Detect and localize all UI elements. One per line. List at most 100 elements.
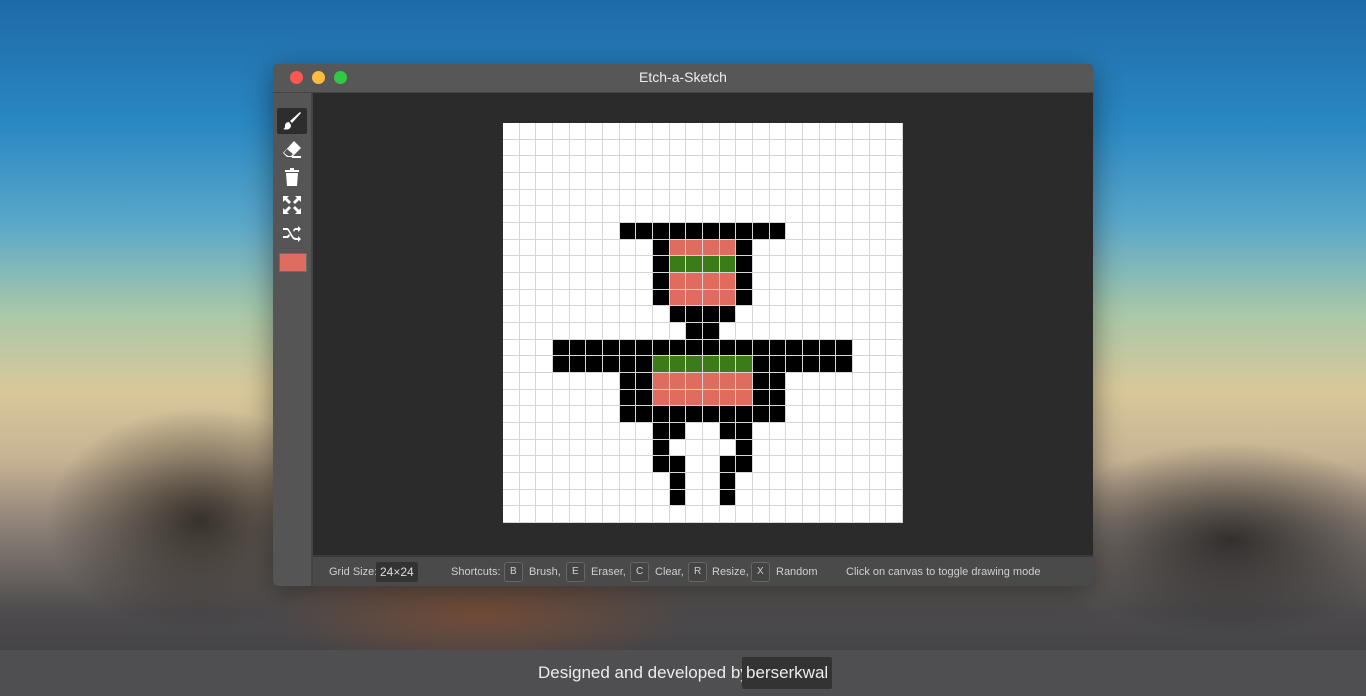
grid-cell[interactable] [602,439,620,457]
grid-cell[interactable] [669,256,687,273]
grid-cell[interactable] [552,123,570,140]
grid-cell[interactable] [736,389,753,407]
grid-cell[interactable] [869,372,887,390]
grid-cell[interactable] [569,356,587,373]
grid-cell[interactable] [636,339,653,357]
grid-cell[interactable] [602,289,620,307]
grid-cell[interactable] [886,389,903,407]
grid-cell[interactable] [819,272,837,290]
grid-cell[interactable] [619,506,637,523]
grid-cell[interactable] [602,139,620,157]
grid-cell[interactable] [802,206,820,223]
grid-cell[interactable] [586,356,603,373]
grid-cell[interactable] [702,472,720,490]
grid-cell[interactable] [636,206,653,223]
grid-cell[interactable] [736,356,753,373]
grid-cell[interactable] [752,456,770,473]
grid-cell[interactable] [519,489,537,507]
grid-cell[interactable] [852,422,870,440]
grid-cell[interactable] [669,239,687,257]
grid-cell[interactable] [786,472,803,490]
grid-cell[interactable] [786,389,803,407]
grid-cell[interactable] [852,439,870,457]
grid-cell[interactable] [669,322,687,340]
grid-cell[interactable] [752,123,770,140]
grid-cell[interactable] [736,256,753,273]
grid-cell[interactable] [769,322,787,340]
grid-cell[interactable] [636,289,653,307]
clear-tool-button[interactable] [277,164,307,190]
grid-cell[interactable] [652,322,670,340]
grid-cell[interactable] [602,206,620,223]
grid-cell[interactable] [586,489,603,507]
grid-cell[interactable] [586,123,603,140]
grid-cell[interactable] [719,339,737,357]
grid-cell[interactable] [619,172,637,190]
grid-cell[interactable] [569,456,587,473]
grid-cell[interactable] [619,372,637,390]
grid-cell[interactable] [786,156,803,173]
grid-cell[interactable] [836,389,853,407]
grid-cell[interactable] [852,322,870,340]
grid-cell[interactable] [636,372,653,390]
grid-cell[interactable] [736,206,753,223]
grid-cell[interactable] [669,506,687,523]
grid-cell[interactable] [719,222,737,240]
grid-cell[interactable] [819,206,837,223]
grid-cell[interactable] [519,239,537,257]
grid-cell[interactable] [503,439,520,457]
grid-cell[interactable] [602,272,620,290]
grid-cell[interactable] [602,389,620,407]
grid-cell[interactable] [769,256,787,273]
grid-cell[interactable] [569,306,587,323]
grid-cell[interactable] [619,489,637,507]
grid-cell[interactable] [519,389,537,407]
grid-cell[interactable] [786,272,803,290]
grid-cell[interactable] [719,206,737,223]
grid-cell[interactable] [536,439,553,457]
grid-cell[interactable] [669,472,687,490]
grid-cell[interactable] [503,123,520,140]
grid-cell[interactable] [586,272,603,290]
grid-cell[interactable] [702,222,720,240]
grid-cell[interactable] [752,339,770,357]
grid-cell[interactable] [786,206,803,223]
grid-cell[interactable] [536,389,553,407]
grid-cell[interactable] [819,372,837,390]
grid-cell[interactable] [536,139,553,157]
grid-cell[interactable] [686,139,703,157]
grid-cell[interactable] [852,489,870,507]
grid-cell[interactable] [786,189,803,207]
grid-cell[interactable] [503,506,520,523]
grid-cell[interactable] [552,439,570,457]
grid-cell[interactable] [652,422,670,440]
grid-cell[interactable] [652,123,670,140]
grid-cell[interactable] [736,222,753,240]
grid-cell[interactable] [552,289,570,307]
grid-cell[interactable] [586,422,603,440]
grid-cell[interactable] [669,422,687,440]
grid-cell[interactable] [802,406,820,423]
grid-cell[interactable] [586,406,603,423]
grid-cell[interactable] [686,306,703,323]
grid-cell[interactable] [569,172,587,190]
grid-cell[interactable] [869,406,887,423]
grid-cell[interactable] [503,322,520,340]
grid-cell[interactable] [686,272,703,290]
grid-cell[interactable] [619,123,637,140]
grid-cell[interactable] [786,306,803,323]
grid-cell[interactable] [536,206,553,223]
grid-cell[interactable] [569,489,587,507]
grid-cell[interactable] [503,422,520,440]
grid-cell[interactable] [586,206,603,223]
grid-cell[interactable] [786,356,803,373]
grid-cell[interactable] [536,339,553,357]
grid-cell[interactable] [652,339,670,357]
grid-cell[interactable] [836,406,853,423]
grid-cell[interactable] [669,339,687,357]
grid-cell[interactable] [719,372,737,390]
grid-cell[interactable] [636,406,653,423]
grid-cell[interactable] [869,456,887,473]
grid-cell[interactable] [669,123,687,140]
grid-cell[interactable] [652,239,670,257]
